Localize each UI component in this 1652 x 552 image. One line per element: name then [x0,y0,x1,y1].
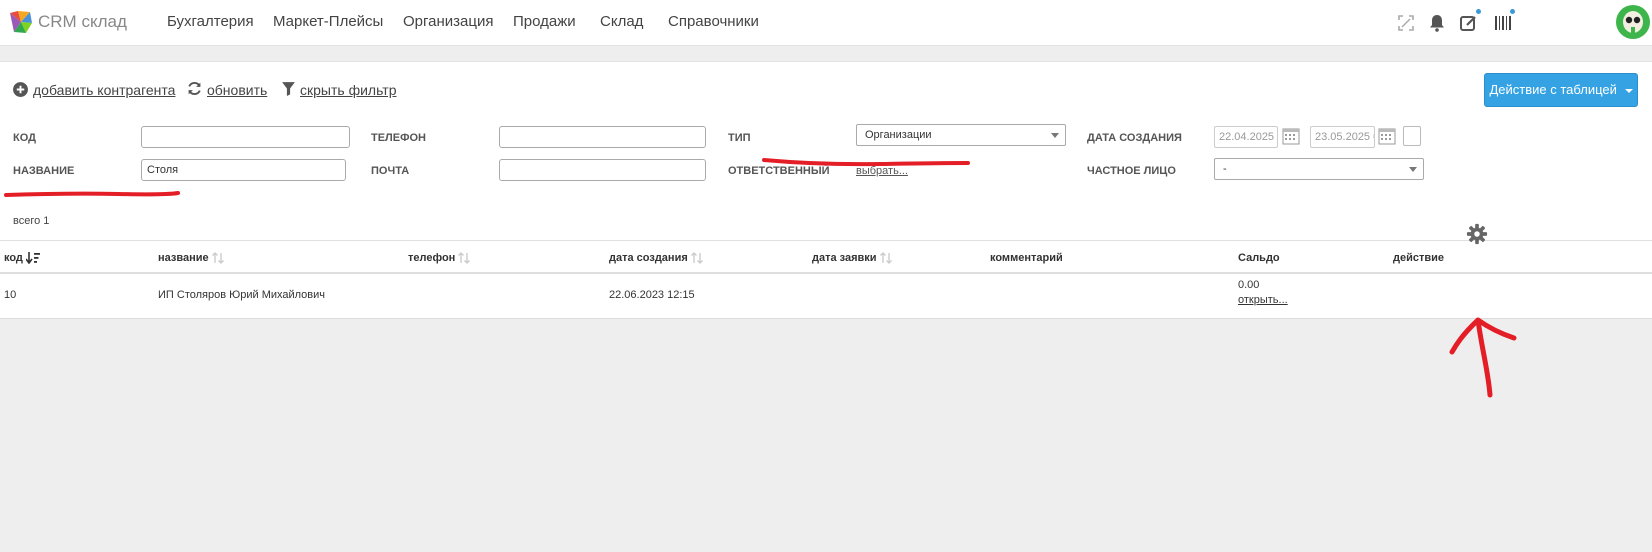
brand-name[interactable]: CRM склад [38,12,127,32]
sort-icon [690,252,703,265]
edit-icon[interactable] [1457,11,1481,35]
refresh-link[interactable]: обновить [207,82,267,98]
nav-item-sales[interactable]: Продажи [513,13,576,30]
refresh-icon[interactable] [186,80,203,97]
column-phone[interactable]: телефон [408,252,471,265]
column-name[interactable]: название [158,252,224,265]
calendar-icon[interactable] [1281,126,1301,146]
type-filter-value: Организации [865,129,932,141]
add-contractor-link[interactable]: добавить контрагента [33,82,175,98]
top-navbar: CRM склад Бухгалтерия Маркет-Плейсы Орга… [0,0,1652,46]
column-request-date[interactable]: дата заявки [812,252,892,265]
private-person-label: ЧАСТНОЕ ЛИЦО [1087,165,1176,177]
email-filter-input[interactable] [499,159,706,181]
date-from-input[interactable]: 22.04.2025 0 [1214,126,1278,148]
column-action: действие [1393,252,1445,264]
nav-item-references[interactable]: Справочники [668,13,759,30]
scan-icon[interactable] [1394,11,1418,35]
table-row[interactable]: 10 ИП Столяров Юрий Михайлович 22.06.202… [0,274,1652,318]
user-avatar[interactable] [1616,5,1650,39]
phone-filter-input[interactable] [499,126,706,148]
phone-filter-label: ТЕЛЕФОН [371,132,426,144]
table-action-button[interactable]: Действие с таблицей [1484,73,1638,107]
type-filter-label: ТИП [728,132,751,144]
date-to-input[interactable]: 23.05.2025 0 [1310,126,1375,148]
code-filter-label: КОД [13,132,36,144]
calendar-icon[interactable] [1377,126,1397,146]
chevron-down-icon [1409,167,1417,172]
column-created[interactable]: дата создания [609,252,703,265]
email-filter-label: ПОЧТА [371,165,410,177]
nav-item-marketplaces[interactable]: Маркет-Плейсы [273,13,383,30]
private-person-select[interactable]: - [1214,158,1424,180]
nav-item-organization[interactable]: Организация [403,13,493,30]
table-action-label: Действие с таблицей [1489,82,1617,97]
column-comment: комментарий [990,252,1063,264]
edit-notification-dot [1476,9,1481,14]
barcode-icon[interactable] [1492,11,1516,35]
bell-icon[interactable] [1425,11,1449,35]
row-saldo-open-link[interactable]: открыть... [1238,294,1288,306]
row-saldo: 0.00 [1238,279,1260,291]
annotation-arrow [1449,317,1517,398]
add-circle-icon[interactable] [12,81,29,98]
nav-item-accounting[interactable]: Бухгалтерия [167,13,254,30]
code-filter-input[interactable] [141,126,350,148]
column-name-label: название [158,252,209,264]
barcode-notification-dot [1510,9,1515,14]
column-code[interactable]: код [4,252,40,265]
row-created: 22.06.2023 12:15 [609,289,695,301]
sort-icon [879,252,892,265]
column-request-date-label: дата заявки [812,252,877,264]
table-header: код название телефон дата создания дата … [0,240,1652,274]
hide-filter-link[interactable]: скрыть фильтр [300,82,396,98]
column-saldo: Сальдо [1238,252,1280,264]
responsible-filter-label: ОТВЕТСТВЕННЫЙ [728,165,830,177]
type-filter-select[interactable]: Организации [856,124,1066,146]
column-phone-label: телефон [408,252,456,264]
chevron-down-icon [1051,133,1059,138]
row-code: 10 [4,289,17,301]
created-date-label: ДАТА СОЗДАНИЯ [1087,132,1182,144]
responsible-select-link[interactable]: выбрать... [856,165,908,177]
sort-icon [458,252,471,265]
nav-item-warehouse[interactable]: Склад [600,13,643,30]
gear-icon[interactable] [1466,223,1488,245]
total-count: всего 1 [13,215,50,227]
chevron-down-icon [1624,88,1633,93]
column-created-label: дата создания [609,252,688,264]
name-filter-label: НАЗВАНИЕ [13,165,75,177]
contractors-panel: добавить контрагента обновить скрыть фил… [0,61,1652,319]
avatar-face-icon [1623,11,1643,33]
date-extra-checkbox[interactable] [1403,126,1421,146]
filter-icon[interactable] [280,80,297,97]
private-person-value: - [1223,163,1227,175]
sort-desc-icon [25,252,40,265]
name-filter-input[interactable] [141,159,346,181]
column-code-label: код [4,252,23,264]
sort-icon [211,252,224,265]
row-name: ИП Столяров Юрий Михайлович [158,289,326,301]
logo-icon[interactable] [8,9,34,35]
